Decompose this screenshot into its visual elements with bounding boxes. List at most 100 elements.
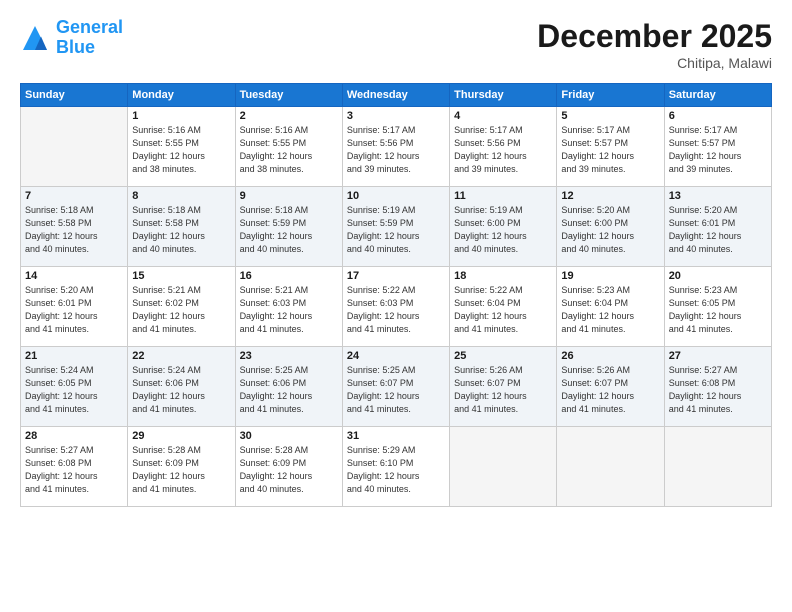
day-info: Sunrise: 5:22 AM Sunset: 6:03 PM Dayligh…	[347, 284, 445, 336]
logo-text: General Blue	[56, 18, 123, 58]
calendar-cell: 30 Sunrise: 5:28 AM Sunset: 6:09 PM Dayli…	[235, 427, 342, 507]
calendar-week-4: 21Sunrise: 5:24 AM Sunset: 6:05 PM Dayli…	[21, 347, 772, 427]
calendar-cell: 9Sunrise: 5:18 AM Sunset: 5:59 PM Daylig…	[235, 187, 342, 267]
day-info: Sunrise: 5:17 AM Sunset: 5:56 PM Dayligh…	[454, 124, 552, 176]
calendar-cell: 10 Sunrise: 5:19 AM Sunset: 5:59 PM Dayli…	[342, 187, 449, 267]
calendar-cell: 21Sunrise: 5:24 AM Sunset: 6:05 PM Dayli…	[21, 347, 128, 427]
calendar-cell: 18 Sunrise: 5:22 AM Sunset: 6:04 PM Dayli…	[450, 267, 557, 347]
day-number: 13	[669, 190, 767, 202]
location: Chitipa, Malawi	[537, 55, 772, 71]
calendar-cell: 8 Sunrise: 5:18 AM Sunset: 5:58 PM Daylig…	[128, 187, 235, 267]
calendar-cell: 14 Sunrise: 5:20 AM Sunset: 6:01 PM Dayli…	[21, 267, 128, 347]
day-number: 17	[347, 270, 445, 282]
calendar-cell: 1 Sunrise: 5:16 AM Sunset: 5:55 PM Daylig…	[128, 107, 235, 187]
col-friday: Friday	[557, 84, 664, 107]
day-info: Sunrise: 5:25 AM Sunset: 6:06 PM Dayligh…	[240, 364, 338, 416]
calendar-cell: 19 Sunrise: 5:23 AM Sunset: 6:04 PM Dayli…	[557, 267, 664, 347]
day-number: 10	[347, 190, 445, 202]
day-number: 26	[561, 350, 659, 362]
day-info: Sunrise: 5:17 AM Sunset: 5:57 PM Dayligh…	[669, 124, 767, 176]
calendar-cell: 3 Sunrise: 5:17 AM Sunset: 5:56 PM Daylig…	[342, 107, 449, 187]
calendar-cell	[664, 427, 771, 507]
day-info: Sunrise: 5:27 AM Sunset: 6:08 PM Dayligh…	[669, 364, 767, 416]
calendar-week-5: 28Sunrise: 5:27 AM Sunset: 6:08 PM Dayli…	[21, 427, 772, 507]
calendar-cell: 22 Sunrise: 5:24 AM Sunset: 6:06 PM Dayli…	[128, 347, 235, 427]
calendar-cell: 4 Sunrise: 5:17 AM Sunset: 5:56 PM Daylig…	[450, 107, 557, 187]
day-number: 11	[454, 190, 552, 202]
day-info: Sunrise: 5:21 AM Sunset: 6:03 PM Dayligh…	[240, 284, 338, 336]
day-info: Sunrise: 5:22 AM Sunset: 6:04 PM Dayligh…	[454, 284, 552, 336]
day-number: 29	[132, 430, 230, 442]
day-info: Sunrise: 5:19 AM Sunset: 5:59 PM Dayligh…	[347, 204, 445, 256]
day-info: Sunrise: 5:27 AM Sunset: 6:08 PM Dayligh…	[25, 444, 123, 496]
logo: General Blue	[20, 18, 123, 58]
logo-icon	[20, 23, 50, 53]
day-number: 12	[561, 190, 659, 202]
calendar-cell: 31 Sunrise: 5:29 AM Sunset: 6:10 PM Dayli…	[342, 427, 449, 507]
day-number: 2	[240, 110, 338, 122]
day-number: 4	[454, 110, 552, 122]
day-number: 6	[669, 110, 767, 122]
day-info: Sunrise: 5:20 AM Sunset: 6:01 PM Dayligh…	[25, 284, 123, 336]
day-number: 20	[669, 270, 767, 282]
day-info: Sunrise: 5:21 AM Sunset: 6:02 PM Dayligh…	[132, 284, 230, 336]
day-info: Sunrise: 5:18 AM Sunset: 5:58 PM Dayligh…	[132, 204, 230, 256]
day-number: 27	[669, 350, 767, 362]
day-info: Sunrise: 5:16 AM Sunset: 5:55 PM Dayligh…	[240, 124, 338, 176]
calendar-cell: 12 Sunrise: 5:20 AM Sunset: 6:00 PM Dayli…	[557, 187, 664, 267]
day-number: 19	[561, 270, 659, 282]
day-info: Sunrise: 5:28 AM Sunset: 6:09 PM Dayligh…	[240, 444, 338, 496]
day-number: 1	[132, 110, 230, 122]
day-info: Sunrise: 5:26 AM Sunset: 6:07 PM Dayligh…	[454, 364, 552, 416]
day-info: Sunrise: 5:20 AM Sunset: 6:00 PM Dayligh…	[561, 204, 659, 256]
day-number: 30	[240, 430, 338, 442]
title-area: December 2025 Chitipa, Malawi	[537, 18, 772, 71]
day-info: Sunrise: 5:24 AM Sunset: 6:06 PM Dayligh…	[132, 364, 230, 416]
calendar-cell: 28Sunrise: 5:27 AM Sunset: 6:08 PM Dayli…	[21, 427, 128, 507]
calendar-cell	[557, 427, 664, 507]
day-number: 16	[240, 270, 338, 282]
day-info: Sunrise: 5:17 AM Sunset: 5:57 PM Dayligh…	[561, 124, 659, 176]
calendar-cell: 27 Sunrise: 5:27 AM Sunset: 6:08 PM Dayli…	[664, 347, 771, 427]
calendar-cell: 5Sunrise: 5:17 AM Sunset: 5:57 PM Daylig…	[557, 107, 664, 187]
col-tuesday: Tuesday	[235, 84, 342, 107]
day-number: 22	[132, 350, 230, 362]
day-info: Sunrise: 5:23 AM Sunset: 6:04 PM Dayligh…	[561, 284, 659, 336]
day-number: 25	[454, 350, 552, 362]
calendar-cell: 7 Sunrise: 5:18 AM Sunset: 5:58 PM Daylig…	[21, 187, 128, 267]
day-number: 9	[240, 190, 338, 202]
calendar-cell: 26 Sunrise: 5:26 AM Sunset: 6:07 PM Dayli…	[557, 347, 664, 427]
day-info: Sunrise: 5:18 AM Sunset: 5:58 PM Dayligh…	[25, 204, 123, 256]
day-number: 31	[347, 430, 445, 442]
col-thursday: Thursday	[450, 84, 557, 107]
day-info: Sunrise: 5:29 AM Sunset: 6:10 PM Dayligh…	[347, 444, 445, 496]
calendar-cell: 6 Sunrise: 5:17 AM Sunset: 5:57 PM Daylig…	[664, 107, 771, 187]
day-info: Sunrise: 5:17 AM Sunset: 5:56 PM Dayligh…	[347, 124, 445, 176]
page: General Blue December 2025 Chitipa, Mala…	[0, 0, 792, 612]
header: General Blue December 2025 Chitipa, Mala…	[20, 18, 772, 71]
day-number: 14	[25, 270, 123, 282]
col-saturday: Saturday	[664, 84, 771, 107]
day-info: Sunrise: 5:26 AM Sunset: 6:07 PM Dayligh…	[561, 364, 659, 416]
day-info: Sunrise: 5:24 AM Sunset: 6:05 PM Dayligh…	[25, 364, 123, 416]
calendar-cell	[21, 107, 128, 187]
calendar-cell: 17 Sunrise: 5:22 AM Sunset: 6:03 PM Dayli…	[342, 267, 449, 347]
col-wednesday: Wednesday	[342, 84, 449, 107]
calendar-cell: 20 Sunrise: 5:23 AM Sunset: 6:05 PM Dayli…	[664, 267, 771, 347]
day-number: 8	[132, 190, 230, 202]
day-info: Sunrise: 5:23 AM Sunset: 6:05 PM Dayligh…	[669, 284, 767, 336]
calendar-cell: 11Sunrise: 5:19 AM Sunset: 6:00 PM Dayli…	[450, 187, 557, 267]
calendar-cell: 23Sunrise: 5:25 AM Sunset: 6:06 PM Dayli…	[235, 347, 342, 427]
month-title: December 2025	[537, 18, 772, 55]
calendar-cell: 29Sunrise: 5:28 AM Sunset: 6:09 PM Dayli…	[128, 427, 235, 507]
day-number: 3	[347, 110, 445, 122]
day-number: 18	[454, 270, 552, 282]
calendar-week-1: 1 Sunrise: 5:16 AM Sunset: 5:55 PM Daylig…	[21, 107, 772, 187]
calendar-cell: 24Sunrise: 5:25 AM Sunset: 6:07 PM Dayli…	[342, 347, 449, 427]
calendar-cell: 13Sunrise: 5:20 AM Sunset: 6:01 PM Dayli…	[664, 187, 771, 267]
day-number: 7	[25, 190, 123, 202]
day-info: Sunrise: 5:16 AM Sunset: 5:55 PM Dayligh…	[132, 124, 230, 176]
calendar-cell	[450, 427, 557, 507]
day-number: 15	[132, 270, 230, 282]
calendar-cell: 2 Sunrise: 5:16 AM Sunset: 5:55 PM Daylig…	[235, 107, 342, 187]
